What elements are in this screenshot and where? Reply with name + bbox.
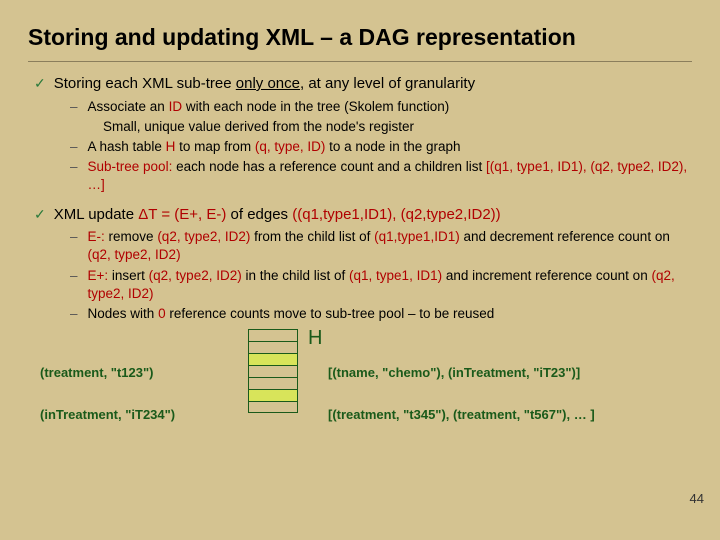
hash-row-highlight [248, 353, 298, 365]
hash-key-2: (inTreatment, "iT234") [40, 407, 175, 422]
t: Sub-tree pool: [88, 159, 173, 174]
t: ID [169, 99, 183, 114]
t: to a node in the graph [325, 139, 460, 154]
bullet-1: ✓ Storing each XML sub-tree only once, a… [28, 74, 692, 94]
t: and decrement reference count on [460, 229, 670, 244]
t: H [166, 139, 176, 154]
t: 0 [158, 306, 166, 321]
t: A hash table [88, 139, 166, 154]
slide-body: Storing and updating XML – a DAG represe… [0, 0, 720, 469]
sub-1a-cont: Small, unique value derived from the nod… [28, 118, 692, 136]
hash-diagram: H (treatment, "t123") [(tname, "chemo"),… [28, 329, 692, 449]
sub-2c: – Nodes with 0 reference counts move to … [28, 305, 692, 323]
sub-1a: – Associate an ID with each node in the … [28, 98, 692, 116]
t: XML update [54, 206, 139, 223]
check-icon: ✓ [34, 74, 46, 92]
bullet-1-text: Storing each XML sub-tree only once, at … [54, 74, 475, 94]
slide-title: Storing and updating XML – a DAG represe… [28, 24, 692, 51]
t: remove [109, 229, 158, 244]
t: (q2, type2, ID2) [157, 229, 250, 244]
t: reference counts move to sub-tree pool –… [166, 306, 495, 321]
dash-icon: – [70, 228, 78, 246]
bullet-2: ✓ XML update ΔT = (E+, E-) of edges ((q1… [28, 205, 692, 225]
sub-2a: – E-: remove (q2, type2, ID2) from the c… [28, 228, 692, 264]
hash-row [248, 365, 298, 377]
t: Storing each XML sub-tree [54, 75, 236, 92]
t: Associate an [88, 99, 169, 114]
t: in the child list of [242, 268, 349, 283]
dash-icon: – [70, 158, 78, 176]
sub-2b: – E+: insert (q2, type2, ID2) in the chi… [28, 267, 692, 303]
hash-rows [248, 329, 298, 413]
t: to map from [175, 139, 255, 154]
dash-icon: – [70, 98, 78, 116]
t: E-: [88, 229, 109, 244]
t: and increment reference count on [442, 268, 651, 283]
hash-key-1: (treatment, "t123") [40, 365, 153, 380]
sub-1b: – A hash table H to map from (q, type, I… [28, 138, 692, 156]
t: each node has a reference count and a ch… [172, 159, 486, 174]
t: ΔT = (E+, E-) [138, 206, 226, 223]
sub-1a-text: Associate an ID with each node in the tr… [88, 98, 692, 116]
hash-table-graphic: H [248, 329, 298, 413]
hash-label: H [308, 327, 322, 350]
t: of edges [226, 206, 292, 223]
hash-row [248, 377, 298, 389]
dash-icon: – [70, 138, 78, 156]
check-icon: ✓ [34, 205, 46, 223]
t: with each node in the tree (Skolem funct… [182, 99, 449, 114]
hash-row [248, 329, 298, 341]
hash-row-highlight [248, 389, 298, 401]
sub-1b-text: A hash table H to map from (q, type, ID)… [88, 138, 692, 156]
dash-icon: – [70, 267, 78, 285]
hash-val-2: [(treatment, "t345"), (treatment, "t567"… [328, 407, 595, 422]
hash-val-1: [(tname, "chemo"), (inTreatment, "iT23")… [328, 365, 580, 380]
sub-2a-text: E-: remove (q2, type2, ID2) from the chi… [88, 228, 692, 264]
t: (q2, type2, ID2) [149, 268, 242, 283]
dash-icon: – [70, 305, 78, 323]
hash-row [248, 341, 298, 353]
t: , at any level of granularity [300, 75, 475, 92]
hash-row [248, 401, 298, 413]
slide-number: 44 [690, 491, 704, 506]
t: only once [236, 75, 300, 92]
t: (q1, type1, ID1) [349, 268, 442, 283]
t: (q2, type2, ID2) [88, 247, 181, 262]
divider [28, 61, 692, 62]
t: from the child list of [250, 229, 374, 244]
t: Nodes with [88, 306, 159, 321]
sub-1c-text: Sub-tree pool: each node has a reference… [88, 158, 692, 194]
t: E+: [88, 268, 112, 283]
t: (q1,type1,ID1) [374, 229, 460, 244]
t: ((q1,type1,ID1), (q2,type2,ID2)) [292, 206, 500, 223]
sub-2b-text: E+: insert (q2, type2, ID2) in the child… [88, 267, 692, 303]
sub-1c: – Sub-tree pool: each node has a referen… [28, 158, 692, 194]
bullet-2-text: XML update ΔT = (E+, E-) of edges ((q1,t… [54, 205, 501, 225]
t: insert [112, 268, 149, 283]
sub-2c-text: Nodes with 0 reference counts move to su… [88, 305, 692, 323]
t: (q, type, ID) [255, 139, 326, 154]
